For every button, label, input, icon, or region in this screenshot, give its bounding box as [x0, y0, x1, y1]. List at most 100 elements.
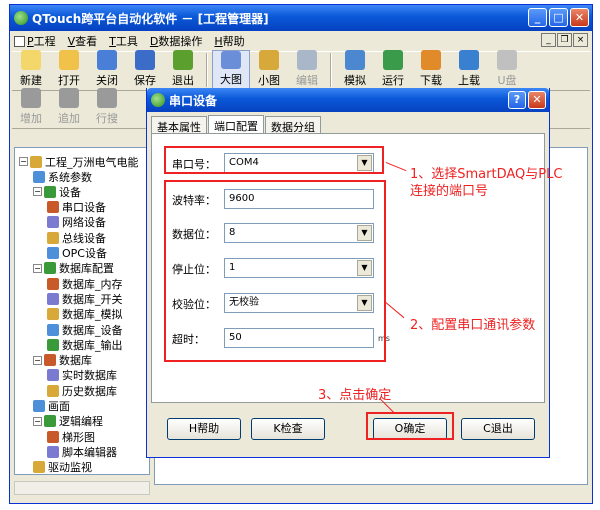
help-icon[interactable]: ? [508, 91, 526, 109]
toolbar-button-12[interactable]: U盘 [488, 50, 526, 90]
tree-item[interactable]: 数据库_内存 [47, 276, 123, 291]
dialog-close-icon[interactable]: ✕ [528, 91, 546, 109]
edit-icon [297, 50, 317, 70]
toolbar-button-6[interactable]: 小图 [250, 50, 288, 90]
toolbar2-button-2[interactable]: 行搜 [88, 88, 126, 128]
help-button[interactable]: H帮助 [167, 418, 241, 440]
tree-node-icon [47, 231, 59, 244]
annotation-box-ok [366, 412, 454, 440]
toolbar-button-label: 模拟 [344, 74, 366, 87]
tree-node-icon [47, 445, 59, 458]
tab-basic-properties[interactable]: 基本属性 [151, 116, 207, 134]
menu-data[interactable]: D 数据操作 [150, 33, 202, 49]
tab-data-groups[interactable]: 数据分组 [265, 116, 321, 134]
minimize-icon[interactable]: _ [528, 8, 547, 27]
annotation-1-line-2: 连接的端口号 [410, 184, 489, 199]
dialog-titlebar[interactable]: 串口设备 ? ✕ [147, 88, 549, 112]
toolbar-button-label: 保存 [134, 74, 156, 87]
menu-label: 帮助 [222, 35, 245, 48]
check-button[interactable]: K检查 [251, 418, 325, 440]
tree-item[interactable]: 数据库_输出 [47, 337, 123, 352]
upload-icon [459, 50, 479, 70]
screenshot: QTouch跨平台自动化软件 － [工程管理器] _ □ ✕ P 工程 V 查看 T… [0, 0, 600, 510]
toolbar-button-9[interactable]: 运行 [374, 50, 412, 90]
tree-node-icon [47, 277, 59, 290]
toolbar-button-7[interactable]: 编辑 [288, 50, 326, 90]
tree-item[interactable]: OPC设备 [47, 246, 107, 261]
close-icon[interactable]: ✕ [570, 8, 589, 27]
tree-item[interactable]: − 设备 [33, 184, 81, 199]
menu-view[interactable]: V 查看 [68, 33, 98, 49]
toolbar-button-3[interactable]: 保存 [126, 50, 164, 90]
tree-item-label: 串口设备 [62, 201, 106, 215]
cancel-button[interactable]: C退出 [461, 418, 535, 440]
mdi-minimize-icon[interactable]: _ [541, 33, 556, 47]
tree-item[interactable]: 系统参数 [33, 169, 92, 184]
toolbar2-button-1[interactable]: 追加 [50, 88, 88, 128]
main-toolbar: 新建 打开 关闭 保存 退出 大图 小图 编辑 模拟 运行 下载 上载 U盘 [12, 50, 590, 91]
collapse-icon[interactable]: − [19, 157, 28, 166]
toolbar-button-label: 运行 [382, 74, 404, 87]
tree-item[interactable]: 数据库_模拟 [47, 307, 123, 322]
large-icon-view [221, 51, 241, 69]
tree-item[interactable]: 驱动监视 [33, 460, 92, 474]
dialog-button-bar: H帮助 K检查 O确定 C退出 [151, 404, 545, 452]
toolbar-button-2[interactable]: 关闭 [88, 50, 126, 90]
tree-node-icon [44, 262, 56, 275]
toolbar-button-11[interactable]: 上载 [450, 50, 488, 90]
tree-root[interactable]: − 工程_万洲电气电能 [19, 154, 139, 169]
tree-item[interactable]: − 逻辑编程 [33, 414, 103, 429]
toolbar-button-label: 上载 [458, 74, 480, 87]
toolbar-button-4[interactable]: 退出 [164, 50, 202, 90]
tree-node-icon [47, 247, 59, 259]
menu-label: 查看 [75, 35, 98, 48]
collapse-icon[interactable]: − [33, 187, 42, 197]
toolbar-button-5[interactable]: 大图 [212, 50, 250, 90]
tab-port-config[interactable]: 端口配置 [208, 115, 264, 134]
project-tree[interactable]: − 工程_万洲电气电能 系统参数 − 设备串口设备 网络设备 总线设备 OPC设备 − 数据库配置… [14, 147, 150, 475]
exit-icon [173, 50, 193, 70]
menu-mnemonic: D [149, 34, 159, 48]
menu-tools[interactable]: T 工具 [109, 33, 138, 49]
menu-help[interactable]: H 帮助 [214, 33, 244, 49]
tree-item-label: 工程_万洲电气电能 [45, 155, 139, 169]
tree-item[interactable]: 历史数据库 [47, 383, 117, 398]
menu-mnemonic: V [67, 34, 76, 48]
toolbar-button-8[interactable]: 模拟 [336, 50, 374, 90]
toolbar-button-1[interactable]: 打开 [50, 50, 88, 90]
tree-item-label: 逻辑编程 [59, 415, 103, 429]
collapse-icon[interactable]: − [33, 263, 42, 273]
main-titlebar[interactable]: QTouch跨平台自动化软件 － [工程管理器] _ □ ✕ [10, 5, 592, 31]
mdi-restore-icon[interactable]: ❐ [557, 33, 572, 47]
tree-node-icon [47, 323, 59, 336]
collapse-icon[interactable]: − [33, 355, 42, 365]
toolbar-button-0[interactable]: 新建 [12, 50, 50, 90]
tree-node-icon [47, 338, 59, 351]
tree-item[interactable]: 实时数据库 [47, 368, 117, 383]
tree-item[interactable]: 网络设备 [47, 215, 106, 230]
tree-item[interactable]: 数据库_设备 [47, 322, 123, 337]
tree-item-label: 数据库_开关 [62, 292, 123, 306]
tree-item[interactable]: − 数据库配置 [33, 261, 114, 276]
tree-item[interactable]: − 数据库 [33, 353, 92, 368]
maximize-icon[interactable]: □ [549, 8, 568, 27]
toolbar2-button-0[interactable]: 增加 [12, 88, 50, 128]
tree-item-label: 系统参数 [48, 170, 92, 184]
tree-item[interactable]: 脚本编辑器 [47, 444, 117, 459]
collapse-icon[interactable]: − [33, 416, 42, 426]
toolbar-button-10[interactable]: 下载 [412, 50, 450, 90]
menu-label: 工具 [115, 35, 138, 48]
tree-item-label: 实时数据库 [62, 369, 117, 383]
tree-item-label: 脚本编辑器 [62, 445, 117, 459]
small-icon-view [259, 50, 279, 70]
tree-horizontal-scrollbar[interactable] [14, 481, 150, 495]
tree-item[interactable]: 画面 [33, 399, 70, 414]
tree-item[interactable]: 梯形图 [47, 429, 95, 444]
menu-project[interactable]: P 工程 [14, 33, 56, 49]
tree-item[interactable]: 数据库_开关 [47, 291, 123, 306]
toolbar-button-label: 编辑 [296, 74, 318, 87]
tree-item[interactable]: 总线设备 [47, 230, 106, 245]
mdi-close-icon[interactable]: × [573, 33, 588, 47]
tree-item[interactable]: 串口设备 [47, 200, 106, 215]
toolbar-button-label: 打开 [58, 74, 80, 87]
